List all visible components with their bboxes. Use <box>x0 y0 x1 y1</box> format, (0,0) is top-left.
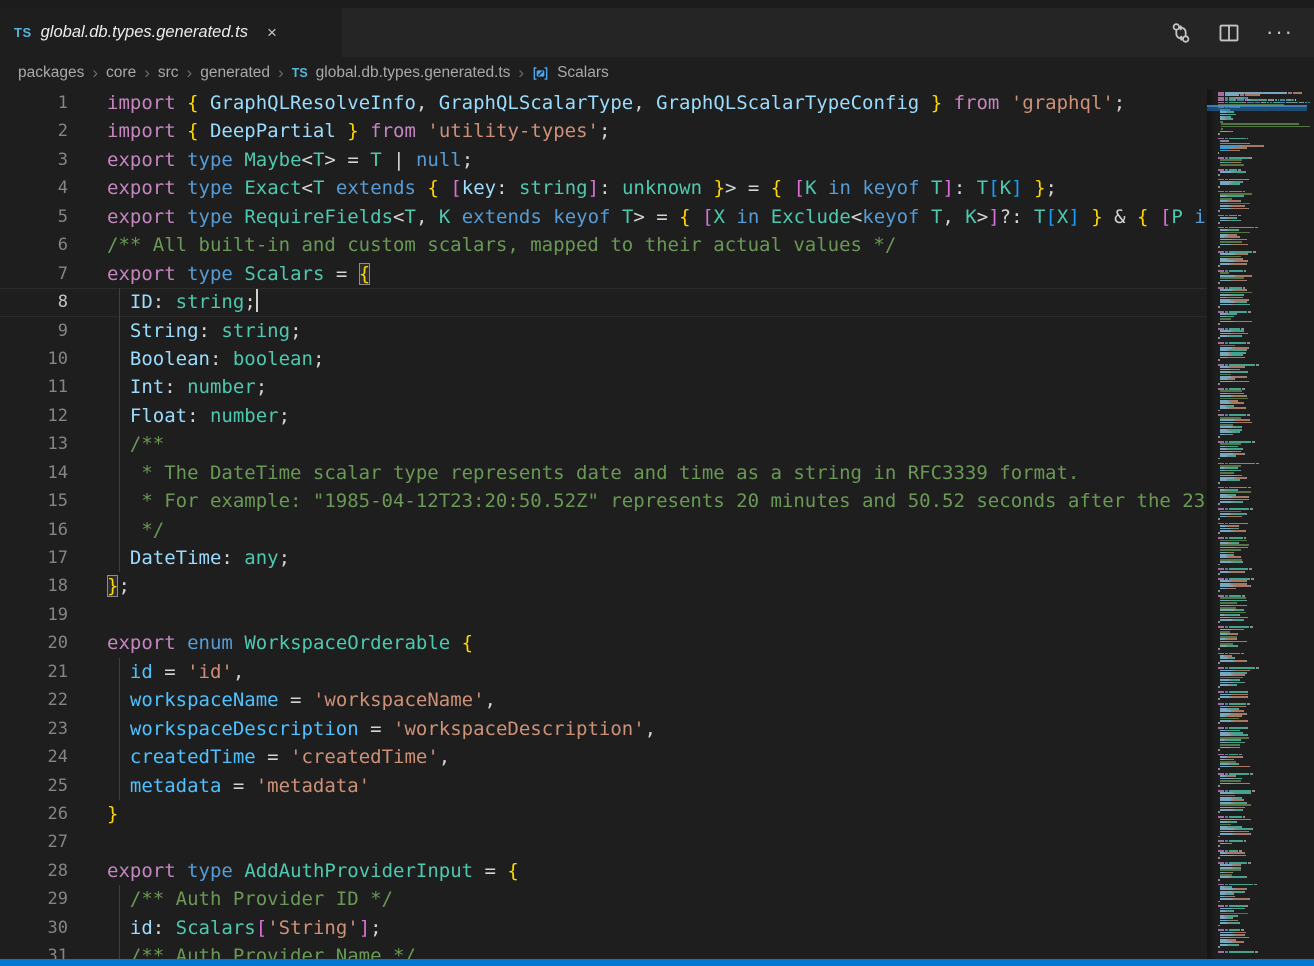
code-line[interactable]: 4export type Exact<T extends { [key: str… <box>0 174 1207 202</box>
line-number[interactable]: 2 <box>0 117 68 145</box>
minimap-lines <box>1218 92 1314 953</box>
code-line[interactable]: 12 Float: number; <box>0 402 1207 430</box>
chevron-right-icon: › <box>518 64 524 81</box>
minimap[interactable] <box>1207 89 1314 959</box>
code-line[interactable]: 17 DateTime: any; <box>0 544 1207 572</box>
chevron-right-icon: › <box>278 64 284 81</box>
line-number[interactable]: 18 <box>0 572 68 600</box>
line-number[interactable]: 29 <box>0 885 68 913</box>
line-number[interactable]: 23 <box>0 715 68 743</box>
line-number[interactable]: 5 <box>0 203 68 231</box>
breadcrumb-item-file[interactable]: global.db.types.generated.ts <box>316 64 511 82</box>
code-line[interactable]: 13 /** <box>0 430 1207 458</box>
code-line[interactable]: 24 createdTime = 'createdTime', <box>0 743 1207 771</box>
line-number[interactable]: 6 <box>0 231 68 259</box>
line-number[interactable]: 8 <box>0 288 68 316</box>
breadcrumb-item-packages[interactable]: packages <box>18 64 84 82</box>
breadcrumb-item-generated[interactable]: generated <box>200 64 270 82</box>
line-number[interactable]: 4 <box>0 174 68 202</box>
code-line[interactable]: 25 metadata = 'metadata' <box>0 772 1207 800</box>
tab-bar: TS global.db.types.generated.ts × <box>0 8 1314 57</box>
text-cursor <box>256 289 258 312</box>
symbol-variable-icon <box>532 65 549 82</box>
vscode-window: TS global.db.types.generated.ts × <box>0 0 1314 966</box>
more-actions-icon[interactable]: ··· <box>1266 28 1294 37</box>
line-number[interactable]: 14 <box>0 459 68 487</box>
code-line[interactable]: 26} <box>0 800 1207 828</box>
breadcrumb-item-symbol[interactable]: Scalars <box>557 64 609 82</box>
code-line[interactable]: 31 /** Auth Provider Name */ <box>0 942 1207 959</box>
ts-icon: TS <box>14 25 32 40</box>
line-number[interactable]: 24 <box>0 743 68 771</box>
line-number[interactable]: 26 <box>0 800 68 828</box>
code-line[interactable]: 22 workspaceName = 'workspaceName', <box>0 686 1207 714</box>
code-line[interactable]: 2import { DeepPartial } from 'utility-ty… <box>0 117 1207 145</box>
code-line[interactable]: 15 * For example: "1985-04-12T23:20:50.5… <box>0 487 1207 515</box>
code-line[interactable]: 3export type Maybe<T> = T | null; <box>0 146 1207 174</box>
minimap-current-line-highlight <box>1207 105 1307 111</box>
code-editor[interactable]: 1import { GraphQLResolveInfo, GraphQLSca… <box>0 89 1314 959</box>
code-line[interactable]: 1import { GraphQLResolveInfo, GraphQLSca… <box>0 89 1207 117</box>
line-number[interactable]: 21 <box>0 658 68 686</box>
code-line[interactable]: 28export type AddAuthProviderInput = { <box>0 857 1207 885</box>
code-line[interactable]: 10 Boolean: boolean; <box>0 345 1207 373</box>
line-number[interactable]: 16 <box>0 516 68 544</box>
line-number[interactable]: 10 <box>0 345 68 373</box>
chevron-right-icon: › <box>187 64 193 81</box>
code-line[interactable]: 18}; <box>0 572 1207 600</box>
code-line[interactable]: 5export type RequireFields<T, K extends … <box>0 203 1207 231</box>
editor-actions: ··· <box>1170 8 1314 57</box>
line-number[interactable]: 12 <box>0 402 68 430</box>
code-line[interactable]: 16 */ <box>0 516 1207 544</box>
code-line[interactable]: 19 <box>0 601 1207 629</box>
code-line[interactable]: 8 ID: string; <box>0 288 1207 316</box>
breadcrumb-item-core[interactable]: core <box>106 64 136 82</box>
code-line[interactable]: 9 String: string; <box>0 317 1207 345</box>
split-editor-icon[interactable] <box>1218 22 1240 44</box>
line-number[interactable]: 11 <box>0 373 68 401</box>
line-number[interactable]: 15 <box>0 487 68 515</box>
line-number[interactable]: 19 <box>0 601 68 629</box>
chevron-right-icon: › <box>144 64 150 81</box>
code-line[interactable]: 27 <box>0 828 1207 856</box>
code-lines[interactable]: 1import { GraphQLResolveInfo, GraphQLSca… <box>0 89 1207 959</box>
code-line[interactable]: 20export enum WorkspaceOrderable { <box>0 629 1207 657</box>
code-line[interactable]: 7export type Scalars = { <box>0 260 1207 288</box>
line-number[interactable]: 7 <box>0 260 68 288</box>
line-number[interactable]: 30 <box>0 914 68 942</box>
line-number[interactable]: 3 <box>0 146 68 174</box>
code-line[interactable]: 11 Int: number; <box>0 373 1207 401</box>
code-line[interactable]: 29 /** Auth Provider ID */ <box>0 885 1207 913</box>
ts-icon: TS <box>292 66 308 80</box>
line-number[interactable]: 13 <box>0 430 68 458</box>
line-number[interactable]: 17 <box>0 544 68 572</box>
breadcrumb: packages › core › src › generated › TS g… <box>0 57 1314 89</box>
line-number[interactable]: 28 <box>0 857 68 885</box>
line-number[interactable]: 27 <box>0 828 68 856</box>
status-bar[interactable] <box>0 959 1314 966</box>
tab-active[interactable]: TS global.db.types.generated.ts × <box>0 8 342 57</box>
breadcrumb-item-src[interactable]: src <box>158 64 179 82</box>
title-bar-strip <box>0 0 1314 8</box>
line-number[interactable]: 1 <box>0 89 68 117</box>
code-line[interactable]: 23 workspaceDescription = 'workspaceDesc… <box>0 715 1207 743</box>
tab-title: global.db.types.generated.ts <box>41 23 248 42</box>
line-number[interactable]: 31 <box>0 942 68 959</box>
line-number[interactable]: 25 <box>0 772 68 800</box>
line-number[interactable]: 22 <box>0 686 68 714</box>
chevron-right-icon: › <box>92 64 98 81</box>
line-number[interactable]: 20 <box>0 629 68 657</box>
line-number[interactable]: 9 <box>0 317 68 345</box>
close-icon[interactable]: × <box>267 24 277 41</box>
open-changes-icon[interactable] <box>1170 22 1192 44</box>
code-line[interactable]: 14 * The DateTime scalar type represents… <box>0 459 1207 487</box>
code-line[interactable]: 30 id: Scalars['String']; <box>0 914 1207 942</box>
code-line[interactable]: 6/** All built-in and custom scalars, ma… <box>0 231 1207 259</box>
code-line[interactable]: 21 id = 'id', <box>0 658 1207 686</box>
